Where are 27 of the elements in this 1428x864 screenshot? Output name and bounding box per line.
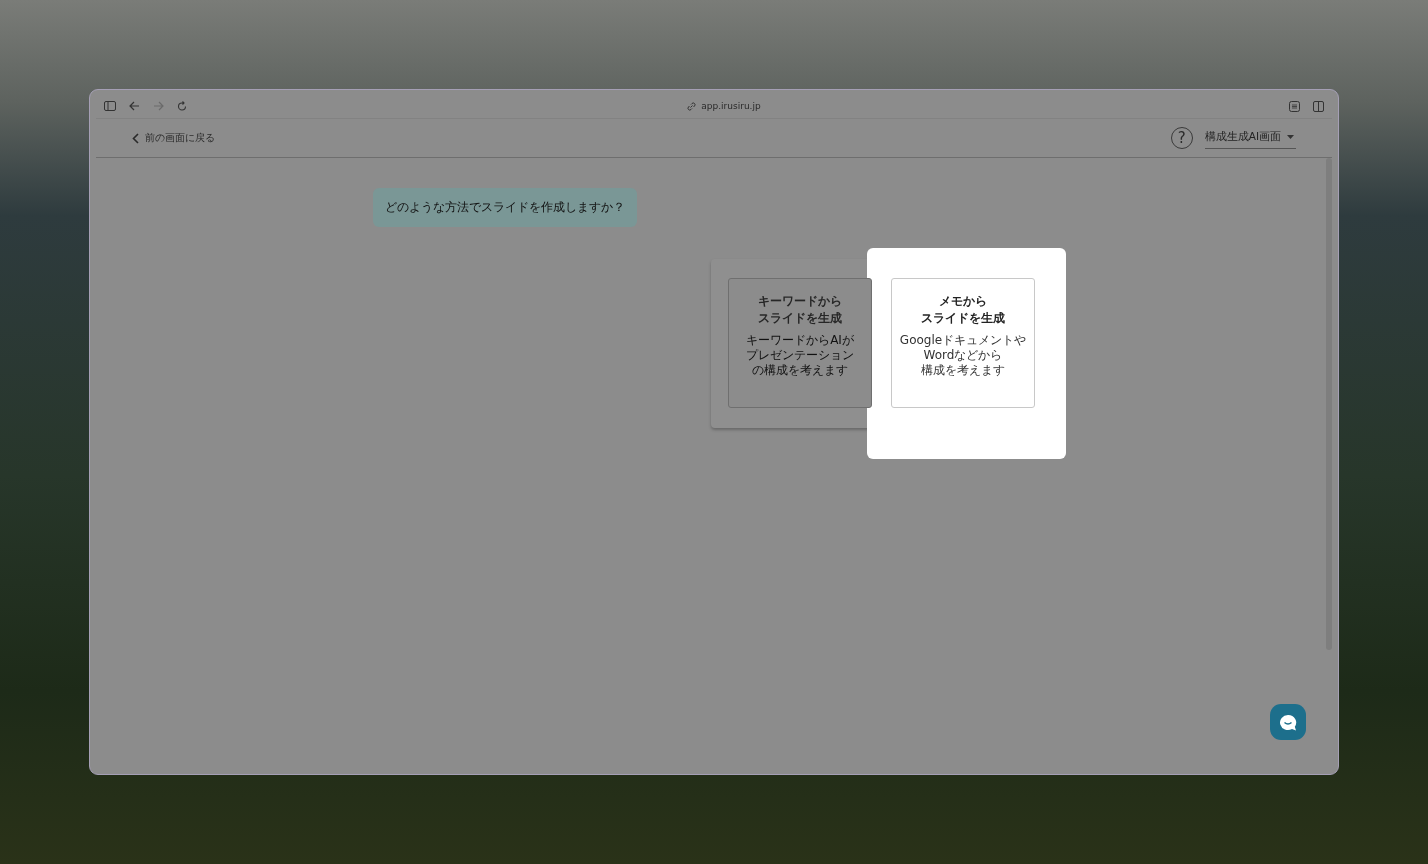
chevron-left-icon bbox=[132, 132, 139, 144]
option-card[interactable]: キーワードから スライドを生成 キーワードからAIが プレゼンテーション の構成を考えます bbox=[728, 278, 872, 408]
card-title: キーワードから bbox=[758, 293, 842, 310]
card-description: プレゼンテーション bbox=[746, 348, 854, 363]
card-description: Googleドキュメントや bbox=[899, 333, 1027, 348]
card-title: スライドを生成 bbox=[921, 310, 1005, 327]
card-description: Wordなどから bbox=[923, 348, 1003, 363]
caret-icon bbox=[1287, 135, 1294, 139]
card-title: メモから bbox=[939, 293, 987, 310]
split-view-icon[interactable] bbox=[1313, 100, 1324, 112]
screen-select[interactable]: 構成生成AI画面 bbox=[1204, 127, 1296, 149]
chat-button[interactable] bbox=[1270, 704, 1306, 740]
card-description: キーワードからAIが bbox=[746, 333, 854, 348]
scrollbar-thumb[interactable] bbox=[1326, 158, 1332, 650]
option-card[interactable]: メモから スライドを生成 Googleドキュメントや Wordなどから 構成を考えます bbox=[891, 278, 1035, 408]
back-arrow-icon[interactable] bbox=[129, 101, 140, 111]
reader-icon[interactable] bbox=[1289, 100, 1300, 112]
url-text[interactable]: app.irusiru.jp bbox=[701, 101, 761, 111]
reload-icon[interactable] bbox=[177, 100, 187, 112]
card-description: の構成を考えます bbox=[752, 363, 848, 378]
card-title: スライドを生成 bbox=[758, 310, 842, 327]
question-bubble: どのような方法でスライドを作成しますか？ bbox=[373, 188, 637, 227]
sidebar-icon[interactable] bbox=[104, 101, 116, 111]
link-icon bbox=[687, 101, 697, 111]
chat-bubble-icon bbox=[1279, 713, 1297, 731]
card-description: 構成を考えます bbox=[921, 363, 1005, 378]
back-link[interactable]: 前の画面に戻る bbox=[132, 131, 215, 145]
